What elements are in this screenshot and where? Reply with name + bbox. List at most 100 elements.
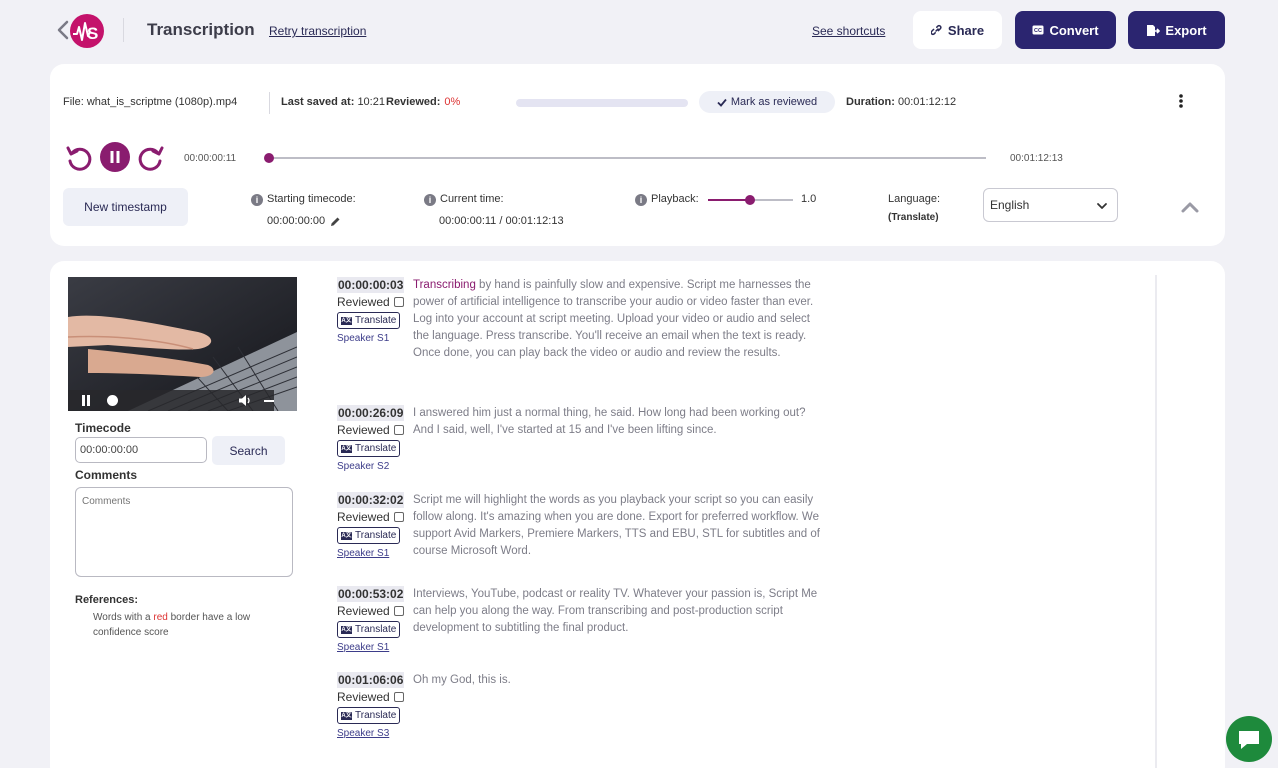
segment-reviewed: Reviewed [337, 690, 404, 704]
segment-reviewed-checkbox[interactable] [393, 606, 404, 616]
segment-reviewed-label: Reviewed [337, 295, 390, 309]
segment-translate-button[interactable]: A文 Translate [337, 440, 401, 457]
segment-reviewed-checkbox[interactable] [393, 425, 404, 435]
segment-text[interactable]: Transcribing by hand is painfully slow a… [413, 277, 823, 362]
svg-text:S: S [87, 24, 98, 43]
segment-text[interactable]: I answered him just a normal thing, he s… [413, 405, 823, 439]
translate-icon: A文 [341, 444, 352, 453]
page-title: Transcription [147, 20, 255, 39]
file-label: File: [63, 96, 84, 108]
segment-speaker[interactable]: Speaker S3 [337, 728, 389, 739]
chevron-up-icon[interactable] [1180, 200, 1200, 214]
segment-timestamp[interactable]: 00:00:53:02 [337, 586, 405, 602]
player-panel: File: what_is_scriptme (1080p).mp4 Last … [50, 64, 1225, 246]
duration-value: 00:01:12:12 [897, 96, 957, 108]
share-label: Share [947, 22, 985, 38]
segment-translate-label: Translate [355, 530, 397, 541]
current-time-label-group: i Current time: [424, 193, 504, 206]
segment-translate-label: Translate [355, 710, 397, 721]
header-divider [123, 18, 124, 42]
segment-text[interactable]: Oh my God, this is. [413, 672, 823, 689]
references-red-word: red [153, 612, 168, 623]
references-label: References: [75, 594, 138, 606]
segment-translate-button[interactable]: A文 Translate [337, 621, 401, 638]
references-prefix: Words with a [93, 612, 154, 623]
share-button[interactable]: Share [913, 11, 1002, 49]
see-shortcuts-link[interactable]: See shortcuts [812, 24, 885, 38]
segment-timestamp[interactable]: 00:00:00:03 [337, 277, 405, 293]
segment-text[interactable]: Script me will highlight the words as yo… [413, 492, 823, 560]
segment-speaker[interactable]: Speaker S2 [337, 461, 389, 472]
info-icon[interactable]: i [424, 194, 436, 206]
redo-icon[interactable] [137, 144, 165, 172]
segment-reviewed-checkbox[interactable] [393, 692, 404, 702]
reviewed-progress-bar [516, 99, 688, 107]
file-name-info: File: what_is_scriptme (1080p).mp4 [63, 96, 237, 108]
comments-textarea[interactable] [75, 487, 293, 577]
back-chevron-icon[interactable] [56, 19, 70, 41]
new-timestamp-button[interactable]: New timestamp [63, 188, 188, 226]
seek-bar[interactable] [268, 157, 986, 159]
segment-timestamp[interactable]: 00:00:32:02 [337, 492, 405, 508]
pause-icon [110, 151, 120, 163]
segment-translate-button[interactable]: A文 Translate [337, 527, 401, 544]
info-icon[interactable]: i [251, 194, 263, 206]
mark-as-reviewed-button[interactable]: Mark as reviewed [699, 91, 835, 113]
link-icon [930, 24, 942, 36]
video-controls [68, 390, 274, 411]
segment-text[interactable]: Interviews, YouTube, podcast or reality … [413, 586, 823, 637]
segment-speaker[interactable]: Speaker S1 [337, 642, 389, 653]
translate-icon: A文 [341, 625, 352, 634]
timecode-search-button[interactable]: Search [212, 436, 285, 465]
retry-transcription-link[interactable]: Retry transcription [269, 24, 366, 38]
starting-timecode-label: Starting timecode: [267, 193, 356, 205]
panel-divider [1155, 275, 1157, 768]
segment-translate-button[interactable]: A文 Translate [337, 707, 401, 724]
segment-reviewed-checkbox[interactable] [393, 512, 404, 522]
convert-button[interactable]: CC Convert [1015, 11, 1116, 49]
segment-reviewed-label: Reviewed [337, 510, 390, 524]
export-button[interactable]: Export [1128, 11, 1225, 49]
references-text: Words with a red border have a low confi… [93, 610, 283, 640]
segment-text-body[interactable]: by hand is painfully slow and expensive.… [413, 279, 813, 359]
file-name: what_is_scriptme (1080p).mp4 [86, 96, 238, 108]
translate-icon: A文 [341, 531, 352, 540]
file-info-divider [269, 92, 270, 114]
timecode-input[interactable] [75, 437, 207, 463]
pause-button[interactable] [100, 142, 130, 172]
export-file-icon [1147, 24, 1161, 36]
translate-icon: A文 [341, 316, 352, 325]
segment-translate-button[interactable]: A文 Translate [337, 312, 401, 329]
pencil-icon[interactable] [330, 216, 341, 227]
chevron-down-icon [1097, 203, 1107, 209]
undo-icon[interactable] [65, 144, 93, 172]
starting-timecode-label-group: i Starting timecode: [251, 193, 356, 206]
segment-reviewed: Reviewed [337, 604, 404, 618]
chat-button[interactable] [1226, 716, 1272, 762]
logo-icon[interactable]: S [70, 14, 104, 48]
segment-translate-label: Translate [355, 624, 397, 635]
video-pause-icon[interactable] [81, 395, 91, 406]
segment-speaker[interactable]: Speaker S1 [337, 333, 389, 344]
segment-speaker[interactable]: Speaker S1 [337, 548, 389, 559]
segment-timestamp[interactable]: 00:00:26:09 [337, 405, 405, 421]
info-icon[interactable]: i [635, 194, 647, 206]
segment-timestamp[interactable]: 00:01:06:06 [337, 672, 405, 688]
segment-reviewed-label: Reviewed [337, 690, 390, 704]
playback-label: Playback: [651, 193, 699, 205]
language-select[interactable]: English [983, 188, 1118, 222]
language-sublabel: (Translate) [888, 212, 939, 223]
video-progress-handle[interactable] [107, 395, 118, 406]
current-time-value: 00:00:00:11 / 00:01:12:13 [439, 215, 564, 227]
seek-handle[interactable] [264, 153, 274, 163]
timecode-label: Timecode [75, 421, 131, 435]
segment-highlighted-word[interactable]: Transcribing [413, 279, 476, 291]
kebab-menu-icon[interactable] [1175, 92, 1187, 110]
segment-reviewed-checkbox[interactable] [393, 297, 404, 307]
video-player[interactable] [68, 277, 297, 411]
playback-speed-handle[interactable] [745, 195, 755, 205]
volume-level-bar[interactable] [264, 400, 274, 402]
playback-label-group: i Playback: [635, 193, 699, 206]
language-label: Language: [888, 193, 940, 205]
volume-icon[interactable] [238, 394, 252, 407]
